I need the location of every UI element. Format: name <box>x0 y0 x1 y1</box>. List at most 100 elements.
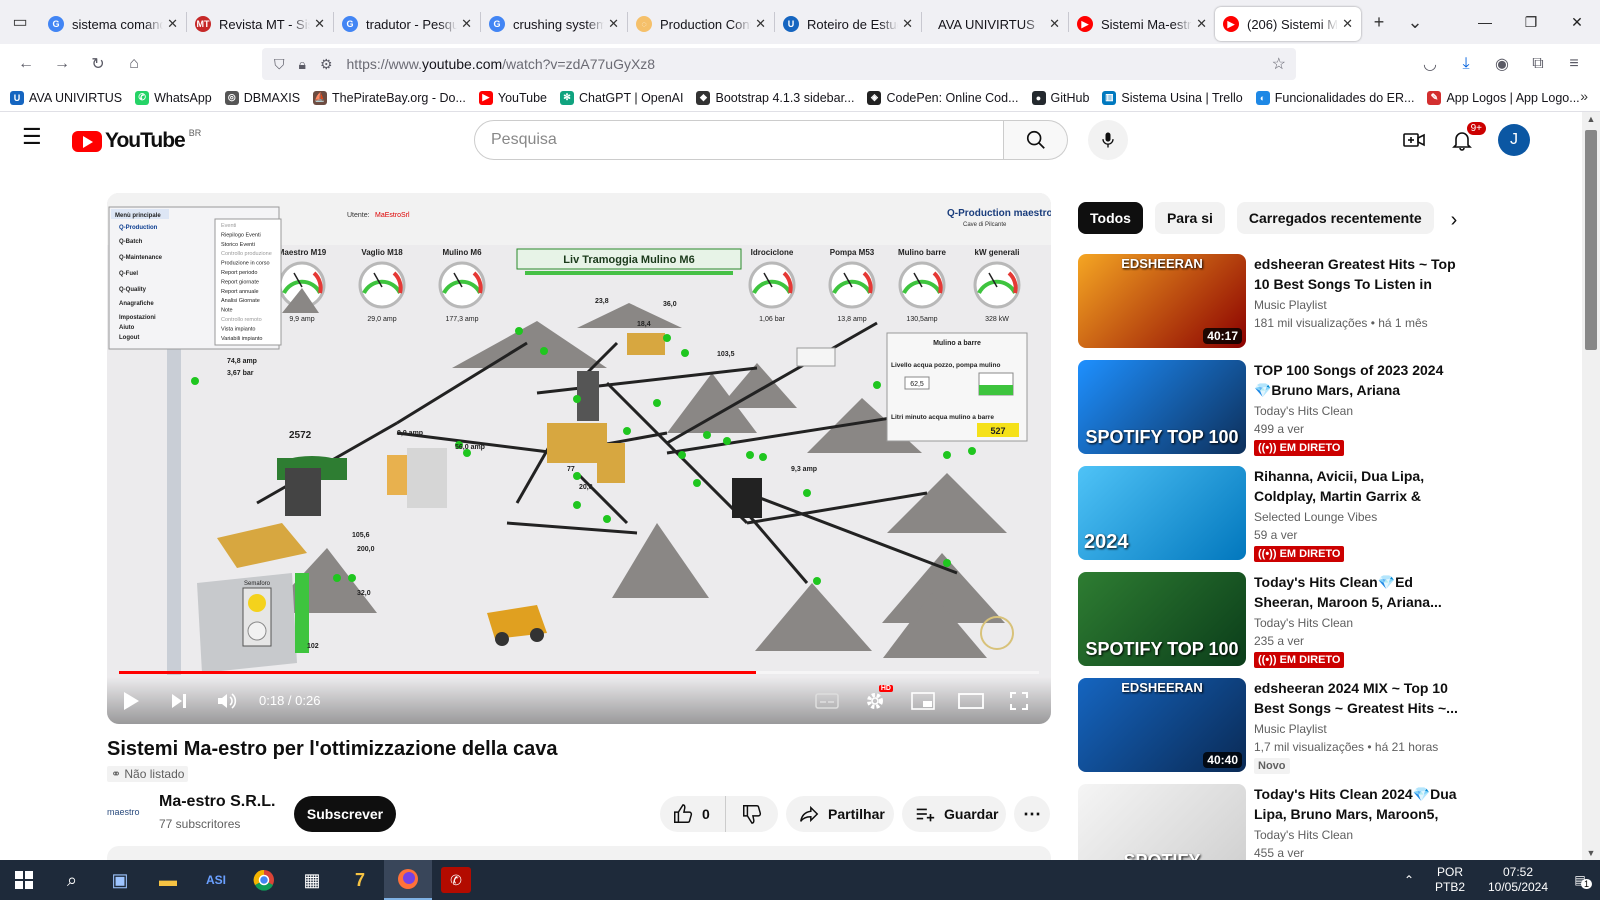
recommended-channel[interactable]: Today's Hits Clean <box>1254 404 1353 418</box>
tray-overflow-chevron-icon[interactable]: ⌃ <box>1394 873 1424 887</box>
bookmark-item[interactable]: ✎ App Logos | App Logo... <box>1427 90 1580 105</box>
progress-bar[interactable] <box>119 671 1039 674</box>
clock[interactable]: 07:52 10/05/2024 <box>1476 865 1560 895</box>
close-tab-icon[interactable]: ✕ <box>608 16 619 32</box>
bookmark-item[interactable]: ✆ WhatsApp <box>135 90 212 105</box>
pocket-icon[interactable]: ◡ <box>1412 54 1448 74</box>
back-arrow-icon[interactable]: ← <box>8 48 44 80</box>
settings-button[interactable]: HD <box>851 677 899 724</box>
video-thumbnail[interactable]: SPOTIFY TOP 100 <box>1078 572 1246 666</box>
recommended-title[interactable]: Today's Hits Clean💎Ed Sheeran, Maroon 5,… <box>1254 572 1458 612</box>
more-actions-button[interactable]: ⋯ <box>1014 796 1050 832</box>
list-all-tabs-chevron-icon[interactable]: ⌄ <box>1397 12 1433 33</box>
hamburger-menu-icon[interactable]: ☰ <box>22 126 46 150</box>
recommended-title[interactable]: TOP 100 Songs of 2023 2024 💎Bruno Mars, … <box>1254 360 1458 400</box>
recommended-video[interactable]: EDSHEERAN 40:17 edsheeran Greatest Hits ~ … <box>1078 254 1458 348</box>
forward-arrow-icon[interactable]: → <box>44 48 80 80</box>
scrollbar-thumb[interactable] <box>1585 130 1597 350</box>
youtube-logo[interactable]: YouTube BR <box>72 128 201 153</box>
scroll-down-arrow-icon[interactable]: ▼ <box>1582 848 1600 858</box>
calculator-icon[interactable]: ▦ <box>288 860 336 900</box>
recommended-video[interactable]: EDSHEERAN 40:40 edsheeran 2024 MIX ~ Top 1… <box>1078 678 1458 774</box>
recommended-title[interactable]: edsheeran 2024 MIX ~ Top 10 Best Songs ~… <box>1254 678 1458 718</box>
theater-mode-button[interactable] <box>947 677 995 724</box>
search-button[interactable] <box>1004 120 1068 160</box>
extensions-icon[interactable]: ⧉ <box>1520 55 1556 73</box>
bookmark-item[interactable]: ● GitHub <box>1031 90 1089 105</box>
channel-logo[interactable]: maestro <box>107 800 147 824</box>
close-tab-icon[interactable]: ✕ <box>755 16 766 32</box>
account-icon[interactable]: ◉ <box>1484 54 1520 74</box>
filter-chip[interactable]: Para si <box>1154 202 1225 234</box>
bookmarks-overflow-chevron-icon[interactable]: » <box>1580 88 1588 104</box>
recommended-video[interactable]: 2024 Rihanna, Avicii, Dua Lipa, Coldplay,… <box>1078 466 1458 562</box>
restore-button[interactable]: ❐ <box>1508 0 1554 44</box>
like-button[interactable]: 0 <box>660 796 726 832</box>
bookmark-star-icon[interactable]: ☆ <box>1272 54 1286 74</box>
recommended-title[interactable]: Rihanna, Avicii, Dua Lipa, Coldplay, Mar… <box>1254 466 1458 506</box>
close-tab-icon[interactable]: ✕ <box>902 16 913 32</box>
volume-button[interactable] <box>203 677 251 724</box>
video-player[interactable]: Utente: MaEstroSrl Q-Production maestro … <box>107 193 1051 724</box>
lock-icon[interactable]: 🔒︎ <box>299 56 306 73</box>
close-tab-icon[interactable]: ✕ <box>314 16 325 32</box>
subscribe-button[interactable]: Subscrever <box>294 796 396 832</box>
close-tab-icon[interactable]: ✕ <box>1049 16 1060 32</box>
bookmark-item[interactable]: ◎ DBMAXIS <box>224 90 300 105</box>
bookmark-item[interactable]: ⛵ ThePirateBay.org - Do... <box>313 90 466 105</box>
home-icon[interactable]: ⌂ <box>116 48 152 80</box>
recommended-channel[interactable]: Today's Hits Clean <box>1254 828 1353 842</box>
dislike-button[interactable] <box>726 796 778 832</box>
bookmark-item[interactable]: ▶ YouTube <box>478 90 547 105</box>
fullscreen-button[interactable] <box>995 677 1043 724</box>
notification-center-icon[interactable]: ▤ 1 <box>1560 873 1600 889</box>
subtitles-button[interactable] <box>803 677 851 724</box>
chrome-icon[interactable] <box>240 860 288 900</box>
recommended-channel[interactable]: Music Playlist <box>1254 298 1327 312</box>
search-taskbar-icon[interactable]: ⌕ <box>48 860 96 900</box>
acrobat-icon[interactable]: ✆ <box>441 867 471 893</box>
search-input[interactable]: Pesquisa <box>474 120 1004 160</box>
notifications-button[interactable]: 9+ <box>1442 120 1486 160</box>
recommended-channel[interactable]: Music Playlist <box>1254 722 1327 736</box>
recommended-video[interactable]: SPOTIFY TOP 100 TOP 100 Songs of 2023 202… <box>1078 360 1458 456</box>
browser-tab[interactable]: ▶ Sistemi Ma-estr ✕ <box>1069 7 1215 41</box>
store-app-icon[interactable]: ▣ <box>96 860 144 900</box>
asi-app-icon[interactable]: ASI <box>192 860 240 900</box>
bookmark-item[interactable]: ◐ Funcionalidades do ER... <box>1255 90 1414 105</box>
share-button[interactable]: Partilhar <box>786 796 894 832</box>
tab-list-icon[interactable]: ▭ <box>0 0 40 44</box>
save-button[interactable]: Guardar <box>902 796 1006 832</box>
close-tab-icon[interactable]: ✕ <box>461 16 472 32</box>
voice-search-button[interactable] <box>1088 120 1128 160</box>
bookmark-item[interactable]: ✻ ChatGPT | OpenAI <box>560 90 683 105</box>
file-explorer-icon[interactable]: ▬ <box>144 860 192 900</box>
video-thumbnail[interactable]: SPOTIFY TOP 100 <box>1078 360 1246 454</box>
language-indicator[interactable]: POR PTB2 <box>1424 865 1476 895</box>
minimize-button[interactable]: — <box>1462 0 1508 44</box>
page-scrollbar[interactable]: ▲ ▼ <box>1582 112 1600 860</box>
close-tab-icon[interactable]: ✕ <box>1342 16 1353 32</box>
browser-tab[interactable]: Gcrushing system ✕ <box>481 7 627 41</box>
seven-zip-icon[interactable]: 7 <box>336 860 384 900</box>
close-window-button[interactable]: ✕ <box>1554 0 1600 44</box>
recommended-title[interactable]: edsheeran Greatest Hits ~ Top 10 Best So… <box>1254 254 1458 294</box>
bookmark-item[interactable]: U AVA UNIVIRTUS <box>10 90 122 105</box>
browser-tab[interactable]: U Roteiro de Estud ✕ <box>775 7 921 41</box>
recommended-channel[interactable]: Selected Lounge Vibes <box>1254 510 1377 524</box>
windows-start-icon[interactable] <box>0 860 48 900</box>
video-thumbnail[interactable]: EDSHEERAN 40:40 <box>1078 678 1246 772</box>
miniplayer-button[interactable] <box>899 677 947 724</box>
shield-icon[interactable]: ⛉ <box>274 56 285 73</box>
new-tab-button[interactable]: + <box>1361 12 1397 33</box>
next-button[interactable] <box>155 677 203 724</box>
bookmark-item[interactable]: ▥ Sistema Usina | Trello <box>1102 90 1243 105</box>
downloads-icon[interactable]: ⤓ <box>1448 55 1484 73</box>
recommended-title[interactable]: Today's Hits Clean 2024💎Dua Lipa, Bruno … <box>1254 784 1458 824</box>
chips-next-chevron-icon[interactable]: › <box>1440 206 1468 234</box>
video-thumbnail[interactable]: EDSHEERAN 40:17 <box>1078 254 1246 348</box>
scroll-up-arrow-icon[interactable]: ▲ <box>1582 114 1600 124</box>
filter-chip[interactable]: Carregados recentemente <box>1236 202 1434 234</box>
close-tab-icon[interactable]: ✕ <box>1196 16 1207 32</box>
close-tab-icon[interactable]: ✕ <box>167 16 178 32</box>
